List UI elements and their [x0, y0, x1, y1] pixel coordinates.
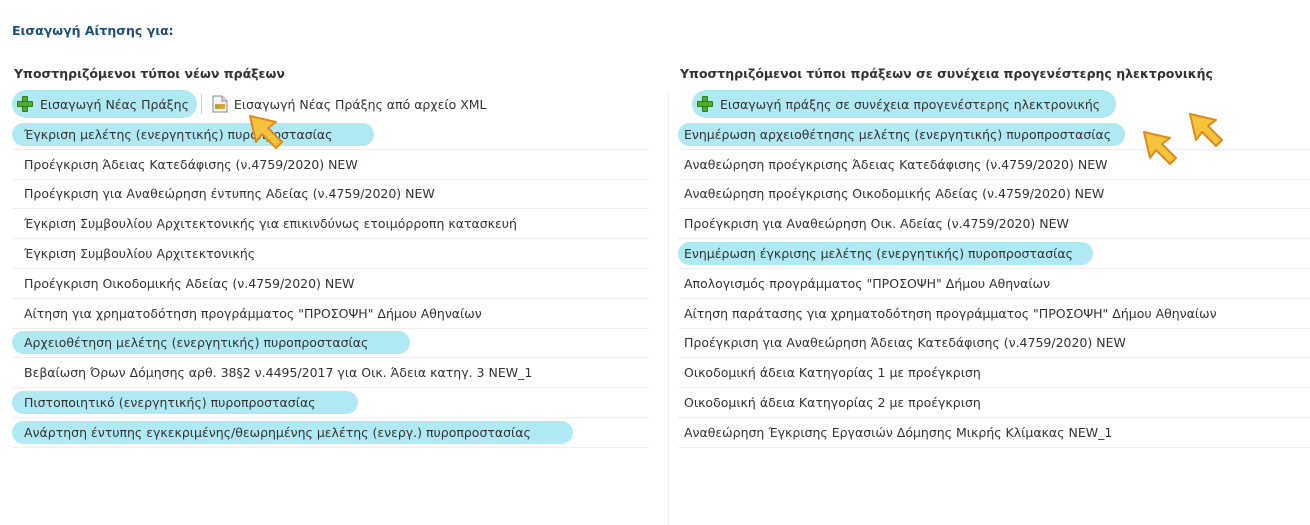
toolbar-separator: [200, 94, 202, 114]
list-item[interactable]: Ενημέρωση έγκρισης μελέτης (ενεργητικής)…: [678, 239, 1310, 269]
list-item[interactable]: Ανάρτηση έντυπης εγκεκριμένης/θεωρημένης…: [12, 418, 649, 448]
page-title: Εισαγωγή Αίτησης για:: [12, 23, 174, 38]
list-item[interactable]: Αίτηση για χρηματοδότηση προγράμματος "Π…: [12, 299, 649, 329]
list-item[interactable]: Προέγκριση Οικοδομικής Αδείας (ν.4759/20…: [12, 269, 649, 299]
list-item[interactable]: Απολογισμός προγράμματος "ΠΡΟΣΟΨΗ" Δήμου…: [678, 269, 1310, 299]
list-item[interactable]: Προέγκριση για Αναθεώρηση έντυπης Αδείας…: [12, 180, 649, 210]
plus-icon: [696, 95, 714, 113]
list-item[interactable]: Αρχειοθέτηση μελέτης (ενεργητικής) πυροπ…: [12, 329, 649, 359]
list-item[interactable]: Αίτηση παράτασης για χρηματοδότηση προγρ…: [678, 299, 1310, 329]
insert-continuation-act-label: Εισαγωγή πράξης σε συνέχεια προγενέστερη…: [720, 96, 1101, 112]
list-item[interactable]: Ενημέρωση αρχειοθέτησης μελέτης (ενεργητ…: [678, 120, 1310, 150]
continuation-acts-header: Υποστηριζόμενοι τύποι πράξεων σε συνέχει…: [680, 66, 1213, 81]
list-item[interactable]: Πιστοποιητικό (ενεργητικής) πυροπροστασί…: [12, 388, 649, 418]
list-item[interactable]: Αναθεώρηση προέγκρισης Οικοδομικής Αδεία…: [678, 180, 1310, 210]
new-acts-list: Έγκριση μελέτης (ενεργητικής) πυροπροστα…: [12, 120, 649, 448]
insert-new-act-xml-button[interactable]: Εισαγωγή Νέας Πράξης από αρχείο XML: [208, 90, 495, 118]
list-item[interactable]: Προέγκριση για Αναθεώρηση Άδειας Κατεδάφ…: [678, 329, 1310, 359]
continuation-acts-list: Ενημέρωση αρχειοθέτησης μελέτης (ενεργητ…: [678, 120, 1310, 448]
list-item[interactable]: Οικοδομική άδεια Κατηγορίας 2 με προέγκρ…: [678, 388, 1310, 418]
insert-new-act-label: Εισαγωγή Νέας Πράξης: [40, 96, 189, 112]
continuation-acts-toolbar: Εισαγωγή πράξης σε συνέχεια προγενέστερη…: [692, 90, 1117, 118]
list-item[interactable]: Έγκριση Συμβουλίου Αρχιτεκτονικής: [12, 239, 649, 269]
list-item[interactable]: Έγκριση Συμβουλίου Αρχιτεκτονικής για επ…: [12, 209, 649, 240]
panel-divider: [668, 92, 669, 525]
list-item[interactable]: Αναθεώρηση Έγκρισης Εργασιών Δόμησης Μικ…: [678, 418, 1310, 448]
list-item[interactable]: Βεβαίωση Όρων Δόμησης αρθ. 38§2 ν.4495/2…: [12, 358, 649, 389]
insert-new-act-button[interactable]: Εισαγωγή Νέας Πράξης: [12, 90, 197, 118]
new-acts-toolbar: Εισαγωγή Νέας Πράξης Εισαγωγή Νέας Πράξη…: [12, 90, 495, 118]
list-item[interactable]: Αναθεώρηση προέγκρισης Άδειας Κατεδάφιση…: [678, 150, 1310, 180]
list-item[interactable]: Προέγκριση Άδειας Κατεδάφισης (ν.4759/20…: [12, 150, 649, 180]
xml-file-icon: [212, 95, 228, 113]
list-item[interactable]: Προέγκριση για Αναθεώρηση Οικ. Αδείας (ν…: [678, 209, 1310, 240]
insert-continuation-act-button[interactable]: Εισαγωγή πράξης σε συνέχεια προγενέστερη…: [692, 90, 1117, 118]
plus-icon: [16, 95, 34, 113]
continuation-acts-panel: Υποστηριζόμενοι τύποι πράξεων σε συνέχει…: [678, 62, 1310, 525]
list-item[interactable]: Οικοδομική άδεια Κατηγορίας 1 με προέγκρ…: [678, 358, 1310, 389]
list-item[interactable]: Έγκριση μελέτης (ενεργητικής) πυροπροστα…: [12, 120, 649, 150]
new-acts-panel: Υποστηριζόμενοι τύποι νέων πράξεων Εισαγ…: [12, 62, 649, 525]
insert-new-act-xml-label: Εισαγωγή Νέας Πράξης από αρχείο XML: [233, 96, 487, 112]
new-acts-header: Υποστηριζόμενοι τύποι νέων πράξεων: [14, 66, 285, 81]
